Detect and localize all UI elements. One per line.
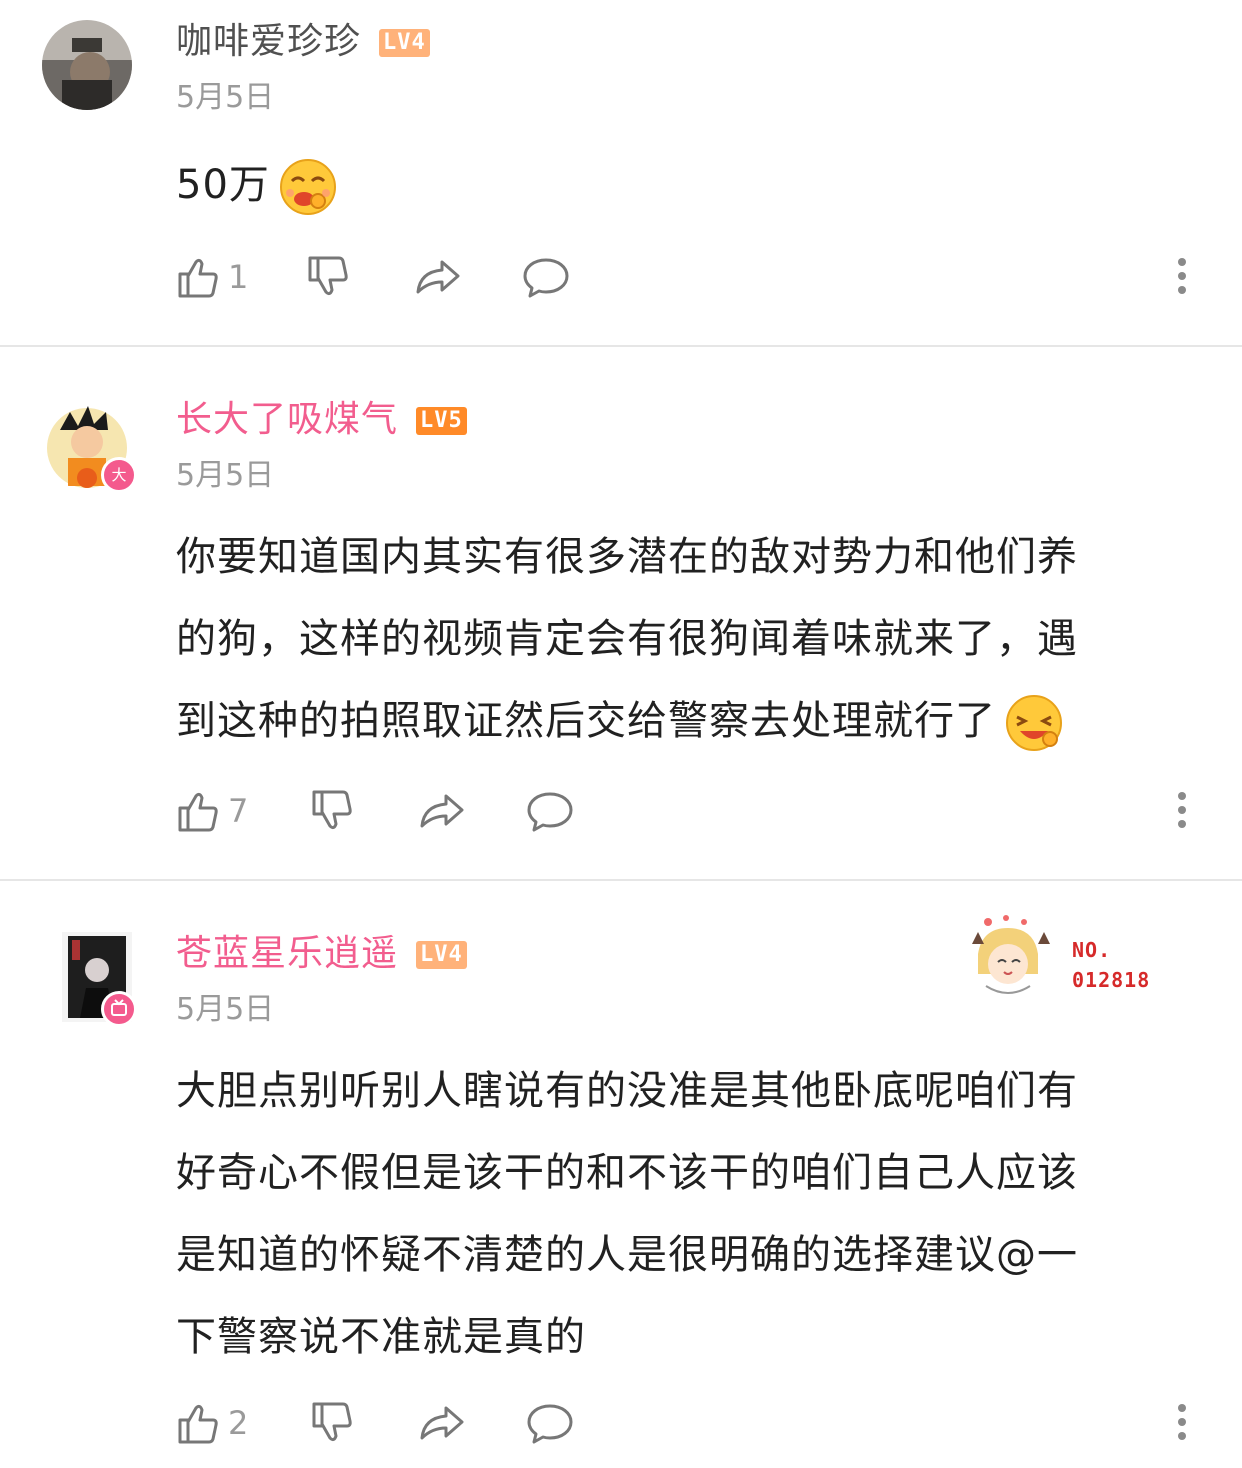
- username-text[interactable]: 苍蓝星乐逍遥: [176, 933, 398, 974]
- medal-number: 012818: [1072, 968, 1151, 992]
- thumbs-down-icon: [308, 256, 348, 296]
- chat-bubble-icon: [527, 792, 573, 832]
- share-icon: [420, 1406, 464, 1440]
- comment-divider: [0, 879, 1242, 881]
- chat-bubble-icon: [523, 258, 569, 298]
- reply-button[interactable]: [526, 786, 574, 836]
- comment-line: 你要知道国内其实有很多潜在的敌对势力和他们养: [176, 534, 1078, 580]
- comment-line: 下警察说不准就是真的: [176, 1314, 586, 1360]
- share-icon: [420, 794, 464, 828]
- more-options-icon[interactable]: [1170, 786, 1194, 836]
- thumbs-up-icon: [178, 258, 218, 298]
- thumbs-down-icon: [312, 1402, 352, 1442]
- dislike-button[interactable]: [306, 252, 352, 302]
- dislike-button[interactable]: [310, 786, 356, 836]
- comment-date: 5月5日: [176, 992, 275, 1027]
- like-button[interactable]: 2: [176, 1398, 248, 1448]
- comment-text: 你要知道国内其实有很多潜在的敌对势力和他们养 的狗，这样的视频肯定会有很狗闻着味…: [176, 516, 1196, 762]
- comment-line: 是知道的怀疑不清楚的人是很明确的选择建议@一: [176, 1232, 1078, 1278]
- level-badge: LV4: [379, 29, 430, 57]
- thumbs-up-icon: [178, 792, 218, 832]
- username[interactable]: 长大了吸煤气 LV5: [176, 398, 467, 442]
- more-options-icon[interactable]: [1170, 252, 1194, 302]
- comment-line: 到这种的拍照取证然后交给警察去处理就行了: [176, 680, 1196, 762]
- dislike-button[interactable]: [310, 1398, 356, 1448]
- username[interactable]: 苍蓝星乐逍遥 LV4: [176, 932, 467, 976]
- comment-actions: 7: [176, 786, 1216, 836]
- laughing-cover-mouth-emoji: [278, 157, 338, 217]
- comment-text-content: 50万: [176, 162, 270, 208]
- like-count: 1: [228, 258, 249, 296]
- more-options-icon[interactable]: [1170, 1398, 1194, 1448]
- comment-divider: [0, 345, 1242, 347]
- vip-badge: 大: [101, 457, 137, 493]
- reply-button[interactable]: [522, 252, 570, 302]
- comment-text: 大胆点别听别人瞎说有的没准是其他卧底呢咱们有 好奇心不假但是该干的和不该干的咱们…: [176, 1050, 1196, 1378]
- share-button[interactable]: [418, 786, 466, 836]
- username[interactable]: 咖啡爱珍珍 LV4: [176, 20, 430, 64]
- like-button[interactable]: 7: [176, 786, 248, 836]
- share-icon: [416, 260, 460, 294]
- comment-line-text: 到这种的拍照取证然后交给警察去处理就行了: [176, 698, 996, 744]
- reply-button[interactable]: [526, 1398, 574, 1448]
- comment-line: 大胆点别听别人瞎说有的没准是其他卧底呢咱们有: [176, 1068, 1078, 1114]
- comment-date: 5月5日: [176, 458, 275, 493]
- level-badge: LV4: [416, 941, 467, 969]
- medal-number-label: NO.: [1072, 938, 1112, 962]
- like-count: 2: [228, 1404, 249, 1442]
- thumbs-down-icon: [312, 790, 352, 830]
- anime-girl-medal-icon: [972, 915, 1050, 994]
- share-button[interactable]: [418, 1398, 466, 1448]
- avatar[interactable]: [42, 20, 132, 110]
- thumbs-up-icon: [178, 1404, 218, 1444]
- tv-badge-icon: [101, 991, 137, 1027]
- comment-actions: 2: [176, 1398, 1216, 1448]
- like-count: 7: [228, 792, 249, 830]
- level-badge: LV5: [416, 407, 467, 435]
- laughing-emoji: [1004, 693, 1064, 753]
- like-button[interactable]: 1: [176, 252, 248, 302]
- comment-line: 好奇心不假但是该干的和不该干的咱们自己人应该: [176, 1150, 1078, 1196]
- comment-actions: 1: [176, 252, 1216, 302]
- username-text[interactable]: 长大了吸煤气: [176, 399, 398, 440]
- comment-date: 5月5日: [176, 80, 275, 115]
- comment-text: 50万: [176, 144, 1196, 226]
- chat-bubble-icon: [527, 1404, 573, 1444]
- username-text[interactable]: 咖啡爱珍珍: [176, 21, 361, 62]
- share-button[interactable]: [414, 252, 462, 302]
- comment-line: 的狗，这样的视频肯定会有很狗闻着味就来了，遇: [176, 616, 1078, 662]
